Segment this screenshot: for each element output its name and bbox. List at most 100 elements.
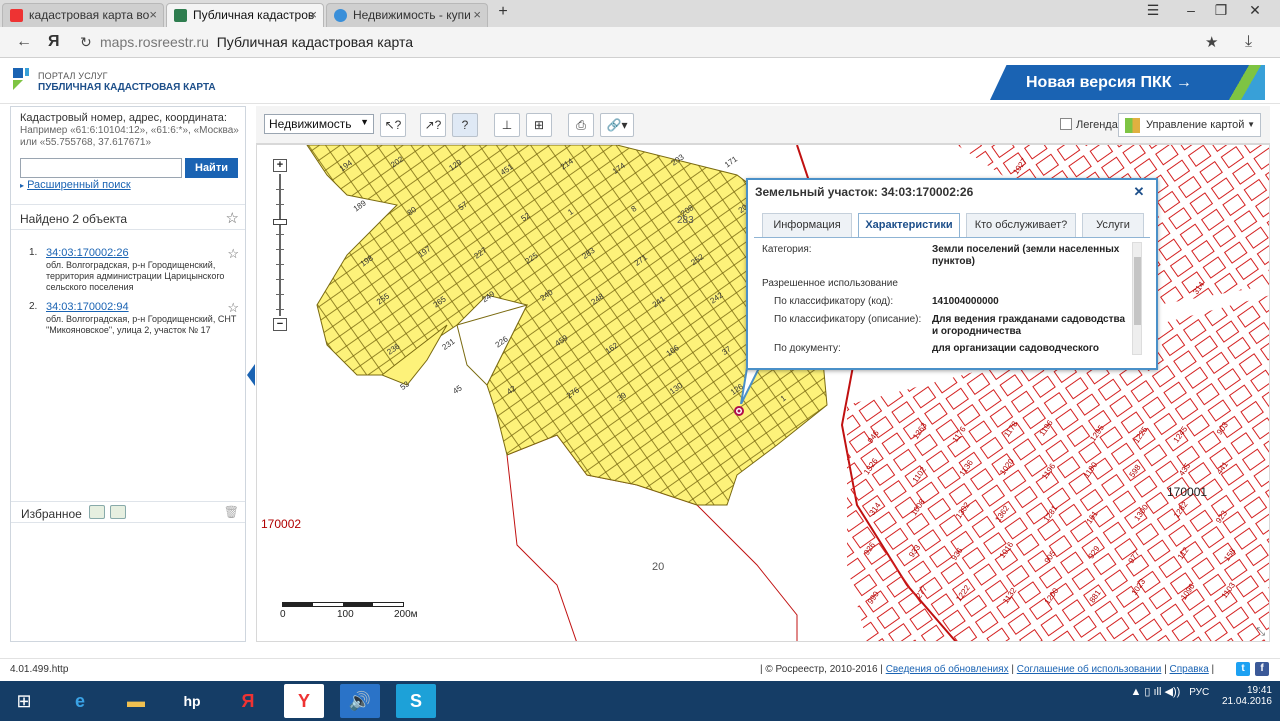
trash-icon[interactable]: 🗑 <box>224 505 239 519</box>
search-label: Кадастровый номер, адрес, координата: <box>20 112 227 124</box>
import-icon[interactable] <box>110 505 126 519</box>
search-input[interactable] <box>20 158 182 178</box>
browser-tab-2[interactable]: Публичная кадастров × <box>166 3 324 27</box>
result-link[interactable]: 34:03:170002:94 <box>46 301 129 313</box>
file-explorer-icon[interactable]: ▬ <box>116 684 156 718</box>
chevron-down-icon: ▼ <box>1247 120 1255 129</box>
address-bar: ← Я ↻ maps.rosreestr.ru Публичная кадаст… <box>0 27 1280 58</box>
result-link[interactable]: 34:03:170002:26 <box>46 247 129 259</box>
measure-button[interactable]: ↗? <box>420 113 446 137</box>
speaker-icon[interactable]: 🔊 <box>340 684 380 718</box>
link-icon[interactable]: 🔗▾ <box>600 113 634 137</box>
map-management-button[interactable]: Управление картой ▼ <box>1118 113 1261 137</box>
system-tray: ▲ ▯ ıll ◀)) РУС 19:41 21.04.2016 <box>1130 685 1272 707</box>
minimize-icon[interactable]: – <box>1180 2 1202 18</box>
tab-characteristics[interactable]: Характеристики <box>858 213 960 238</box>
parcel-number-label: 189 <box>352 198 369 213</box>
close-window-icon[interactable]: ✕ <box>1244 2 1266 19</box>
layer-select[interactable]: Недвижимость ▼ <box>264 114 374 134</box>
terms-link[interactable]: Соглашение об использовании <box>1017 664 1162 675</box>
area-measure-icon[interactable]: ⊞ <box>526 113 552 137</box>
maximize-icon[interactable]: ❐ <box>1210 2 1232 19</box>
skype-icon[interactable]: S <box>396 684 436 718</box>
footer-separator: | <box>1211 664 1215 675</box>
info-button[interactable]: ? <box>452 113 478 137</box>
left-panel: Кадастровый номер, адрес, координата: На… <box>10 106 246 642</box>
zoom-in-button[interactable]: + <box>273 159 287 172</box>
browser-tab-2-label: Публичная кадастров <box>193 8 315 22</box>
browser-tab-1[interactable]: кадастровая карта во × <box>2 3 164 27</box>
download-icon[interactable]: ⤓ <box>1245 33 1252 51</box>
new-tab-button[interactable]: + <box>492 3 514 21</box>
menu-icon[interactable]: ☰ <box>1142 2 1164 19</box>
result-description: обл. Волгоградская, р-н Городищенский, С… <box>46 314 237 335</box>
permitted-use-heading: Разрешенное использование <box>762 278 898 289</box>
browser-tab-3-label: Недвижимость - купи <box>353 8 471 22</box>
zoom-out-button[interactable]: − <box>273 318 287 331</box>
favorites-label: Избранное <box>21 507 82 521</box>
result-description: обл. Волгоградская, р-н Городищенский, т… <box>46 260 225 292</box>
results-header: Найдено 2 объекта ☆ <box>11 204 245 230</box>
language-indicator[interactable]: РУС <box>1189 687 1209 698</box>
logo-title[interactable]: ПУБЛИЧНАЯ КАДАСТРОВАЯ КАРТА <box>38 82 216 93</box>
browser-tab-3[interactable]: Недвижимость - купи × <box>326 3 488 27</box>
yandex-icon[interactable]: Я <box>48 33 60 51</box>
help-link[interactable]: Справка <box>1170 664 1209 675</box>
yandex-icon[interactable]: Я <box>228 684 268 718</box>
quarter-label-east: 170001 <box>1167 485 1208 499</box>
facebook-icon[interactable]: f <box>1255 662 1269 676</box>
parcel-label: 283 <box>677 215 694 226</box>
start-button-icon[interactable]: ⊞ <box>4 684 44 718</box>
legend-checkbox[interactable] <box>1060 118 1072 130</box>
parcel-info-popup: Земельный участок: 34:03:170002:26 ✕ Инф… <box>746 178 1158 370</box>
footer-links: | © Росреестр, 2010-2016 | Сведения об о… <box>760 664 1214 675</box>
by-description-label: По классификатору (описание): <box>774 314 922 325</box>
print-icon[interactable]: ⎙ <box>568 113 594 137</box>
popup-scrollbar[interactable] <box>1132 242 1142 355</box>
url-field[interactable]: maps.rosreestr.ru Публичная кадастровая … <box>100 34 413 50</box>
quarter-label-west: 170002 <box>261 517 302 531</box>
reload-icon[interactable]: ↻ <box>80 34 92 51</box>
close-tab-icon[interactable]: × <box>473 7 481 22</box>
close-tab-icon[interactable]: × <box>149 7 157 22</box>
by-description-value: Для ведения гражданами садоводства и ого… <box>932 314 1126 337</box>
bookmark-star-icon[interactable]: ★ <box>1205 33 1218 51</box>
layers-icon <box>1125 118 1140 133</box>
close-icon[interactable]: ✕ <box>1132 185 1146 199</box>
windows-taskbar: ⊞ e ▬ hp Я Y 🔊 S ▲ ▯ ıll ◀)) РУС 19:41 2… <box>0 681 1280 721</box>
resize-corner-icon[interactable]: ⤡ <box>1256 626 1265 639</box>
star-icon[interactable]: ☆ <box>226 209 239 227</box>
clock-time: 19:41 <box>1246 685 1272 696</box>
parcel-number-label: 171 <box>723 154 740 169</box>
version-label: 4.01.499.http <box>10 664 69 675</box>
popup-title: Земельный участок: 34:03:170002:26 <box>755 185 974 199</box>
internet-explorer-icon[interactable]: e <box>60 684 100 718</box>
clock-date: 21.04.2016 <box>1221 696 1272 707</box>
tray-icons[interactable]: ▲ ▯ ıll ◀)) <box>1130 686 1186 698</box>
back-icon[interactable]: ← <box>16 33 32 51</box>
close-tab-icon[interactable]: × <box>309 7 317 22</box>
scrollbar-thumb[interactable] <box>1134 257 1141 325</box>
updates-link[interactable]: Сведения об обновлениях <box>886 664 1009 675</box>
tab-who-serves[interactable]: Кто обслуживает? <box>966 213 1076 237</box>
new-version-button[interactable]: Новая версия ПКК → <box>990 65 1265 100</box>
hp-icon[interactable]: hp <box>172 684 212 718</box>
zoom-slider-thumb[interactable] <box>273 219 287 225</box>
identify-cursor-button[interactable]: ↖? <box>380 113 406 137</box>
find-button[interactable]: Найти <box>185 158 238 178</box>
export-icon[interactable] <box>89 505 105 519</box>
tab-services[interactable]: Услуги <box>1082 213 1144 237</box>
twitter-icon[interactable]: t <box>1236 662 1250 676</box>
collapse-panel-handle[interactable] <box>247 364 255 386</box>
yandex-browser-icon[interactable]: Y <box>284 684 324 718</box>
zoom-control: + − <box>273 159 287 331</box>
new-version-label: Новая версия ПКК → <box>1026 74 1192 91</box>
by-code-value: 141004000000 <box>932 296 999 307</box>
advanced-search-link[interactable]: ▸ Расширенный поиск <box>20 179 131 191</box>
ruler-icon[interactable]: ⊥ <box>494 113 520 137</box>
url-domain: maps.rosreestr.ru <box>100 34 209 50</box>
scale-label: 100 <box>337 609 354 620</box>
tab-information[interactable]: Информация <box>762 213 852 237</box>
parcel-label: 20 <box>652 561 665 573</box>
logo-caption: ПОРТАЛ УСЛУГ <box>38 71 108 81</box>
